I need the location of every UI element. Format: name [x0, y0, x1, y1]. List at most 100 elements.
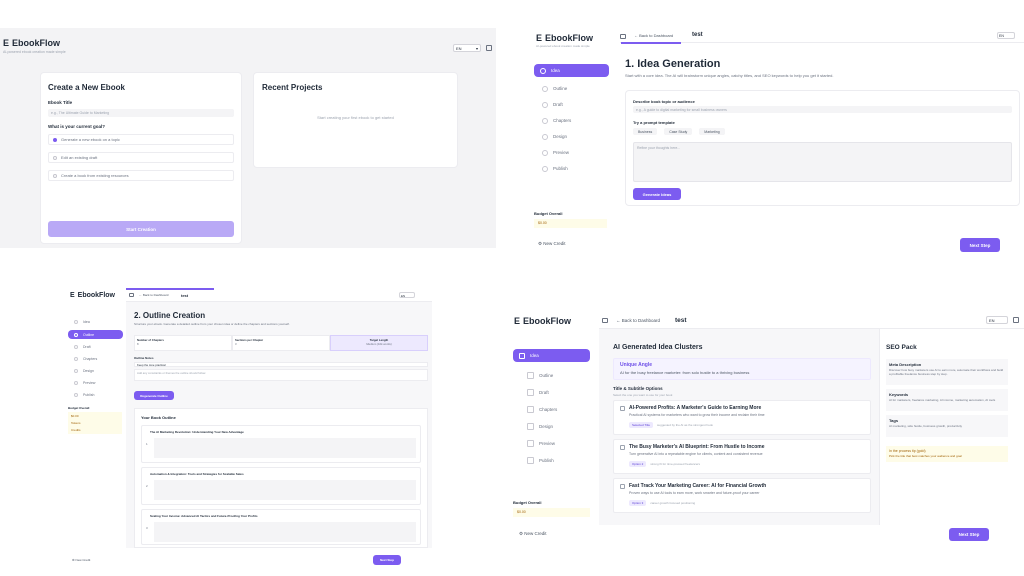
prompt-chip[interactable]: Case Study: [664, 128, 693, 135]
prompt-chip[interactable]: Business: [633, 128, 658, 135]
nav-chapters[interactable]: Chapters: [534, 116, 609, 125]
length-option[interactable]: Target Length Medium (10k words): [330, 335, 428, 351]
nav-label: Publish: [83, 393, 95, 397]
settings-icon[interactable]: [486, 45, 492, 51]
pencil-icon: [542, 101, 548, 108]
subtitle-text: Proven ways to use AI tools to earn more…: [629, 491, 760, 495]
nav-publish[interactable]: Publish: [513, 456, 590, 464]
nav-chapters[interactable]: Chapters: [68, 355, 123, 363]
nav-chapters[interactable]: Chapters: [513, 405, 590, 413]
outline-card: Your Book Outline The AI Marketing Revol…: [134, 408, 428, 548]
budget-line: Credits: [71, 428, 81, 432]
seo-title: SEO Pack: [886, 344, 917, 351]
settings-icon[interactable]: [1013, 317, 1019, 323]
nav-draft[interactable]: Draft: [513, 388, 590, 396]
logo-icon: E: [514, 316, 521, 326]
checkbox-icon[interactable]: [620, 406, 625, 411]
language-select[interactable]: EN ▾: [453, 44, 481, 52]
nav-preview[interactable]: Preview: [68, 379, 123, 387]
nav-idea[interactable]: Idea: [68, 318, 123, 326]
app-subtitle: AI-powered ebook creation made simple: [536, 44, 590, 48]
nav-label: Draft: [553, 102, 563, 107]
next-step-button[interactable]: Next Step: [960, 238, 1000, 252]
eye-icon: [542, 149, 548, 156]
language-select[interactable]: EN: [399, 292, 415, 298]
nav-design[interactable]: Design: [68, 367, 123, 375]
chevron-down-icon: ▾: [475, 46, 478, 51]
step-heading: 2. Outline Creation: [134, 311, 206, 320]
goal-option-edit[interactable]: Edit an existing draft: [48, 152, 234, 163]
title-option[interactable]: The Busy Marketer's AI Blueprint: From H…: [613, 439, 871, 474]
nav-draft[interactable]: Draft: [534, 100, 609, 109]
nav-publish[interactable]: Publish: [534, 164, 609, 173]
nav-outline[interactable]: Outline: [68, 330, 123, 339]
sections-option[interactable]: Sections per Chapter 3: [232, 335, 330, 351]
back-label: Back to Dashboard: [621, 318, 661, 323]
checkbox-icon[interactable]: [620, 445, 625, 450]
back-link[interactable]: ← Back to Dashboard: [616, 318, 660, 323]
start-creation-button[interactable]: Start Creation: [48, 221, 234, 237]
next-step-button[interactable]: Next Step: [949, 528, 989, 541]
menu-icon[interactable]: [602, 318, 608, 323]
notes-textarea[interactable]: Add any constraints or themes the outlin…: [134, 369, 428, 381]
new-credit-button[interactable]: ⚙ New Credit: [538, 241, 566, 247]
nav-preview[interactable]: Preview: [534, 148, 609, 157]
menu-icon[interactable]: [620, 34, 626, 39]
create-ebook-card: Create a New Ebook Ebook Title e.g., The…: [40, 72, 242, 244]
app-name: EbookFlow: [523, 316, 572, 326]
title-note: career growth focused positioning: [650, 501, 696, 505]
new-credit-button[interactable]: ⚙ New Credit: [519, 531, 547, 537]
nav-design[interactable]: Design: [534, 132, 609, 141]
nav-idea[interactable]: Idea: [534, 64, 609, 77]
prompt-chip[interactable]: Marketing: [699, 128, 725, 135]
language-select[interactable]: EN: [997, 32, 1015, 39]
book-icon: [542, 117, 548, 124]
chapter-sections[interactable]: [154, 438, 416, 458]
goal-option-resources[interactable]: Create a book from existing resources: [48, 170, 234, 181]
generate-ideas-button[interactable]: Generate Ideas: [633, 188, 681, 200]
nav-publish[interactable]: Publish: [68, 391, 123, 399]
title-option[interactable]: AI-Powered Profits: A Marketer's Guide t…: [613, 400, 871, 435]
back-link[interactable]: ← Back to Dashboard: [634, 33, 673, 38]
back-link[interactable]: ← Back to Dashboard: [139, 293, 168, 297]
unique-angle-title: Unique Angle: [620, 362, 653, 368]
progress-bar: [621, 42, 681, 44]
budget-title: Budget Overall: [513, 500, 542, 505]
list-icon: [527, 371, 534, 379]
app-logo: E EbookFlow: [3, 38, 66, 48]
new-credit-button[interactable]: ⚙ New Credit: [72, 558, 90, 562]
nav-design[interactable]: Design: [513, 422, 590, 430]
ebook-title-input[interactable]: e.g., The Ultimate Guide to Marketing: [48, 109, 234, 117]
bulb-icon: [540, 67, 546, 74]
next-step-button[interactable]: Next Step: [373, 555, 401, 565]
chapters-option[interactable]: Number of Chapters 8: [134, 335, 232, 351]
title-option[interactable]: Fast Track Your Marketing Career: AI for…: [613, 478, 871, 513]
book-icon: [527, 405, 534, 413]
notes-input[interactable]: Keep the tone practical: [134, 362, 428, 367]
topic-input[interactable]: e.g., A guide to digital marketing for s…: [633, 106, 1012, 113]
language-select[interactable]: EN: [986, 316, 1008, 324]
back-label: Back to Dashboard: [639, 33, 674, 38]
nav-outline[interactable]: Outline: [534, 84, 609, 93]
nav-outline[interactable]: Outline: [513, 371, 590, 379]
title-note: strong fit for time-pressed freelancers: [650, 462, 701, 466]
nav-label: Chapters: [83, 357, 98, 361]
notes-label: Outline Notes: [134, 356, 154, 360]
regenerate-outline-button[interactable]: Regenerate Outline: [134, 391, 174, 400]
chapter-sections[interactable]: [154, 522, 416, 542]
budget-value: $0.00: [513, 508, 590, 517]
nav-idea[interactable]: Idea: [513, 349, 590, 362]
seo-text: AI for marketers, freelance marketing, A…: [889, 398, 996, 402]
seo-panel: SEO Pack Meta Description Discover how b…: [879, 329, 1024, 525]
menu-icon[interactable]: [129, 293, 134, 297]
option-value: Medium (10k words): [366, 342, 392, 346]
nav-preview[interactable]: Preview: [513, 439, 590, 447]
checkbox-icon[interactable]: [620, 484, 625, 489]
goal-option-new[interactable]: Generate a new ebook on a topic: [48, 134, 234, 145]
refine-textarea[interactable]: Refine your thoughts here...: [633, 142, 1012, 182]
recent-empty-text: Start creating your first ebook to get s…: [317, 115, 394, 120]
list-icon: [74, 332, 78, 337]
nav-draft[interactable]: Draft: [68, 343, 123, 351]
logo-icon: E: [536, 33, 543, 43]
chapter-sections[interactable]: [154, 480, 416, 500]
